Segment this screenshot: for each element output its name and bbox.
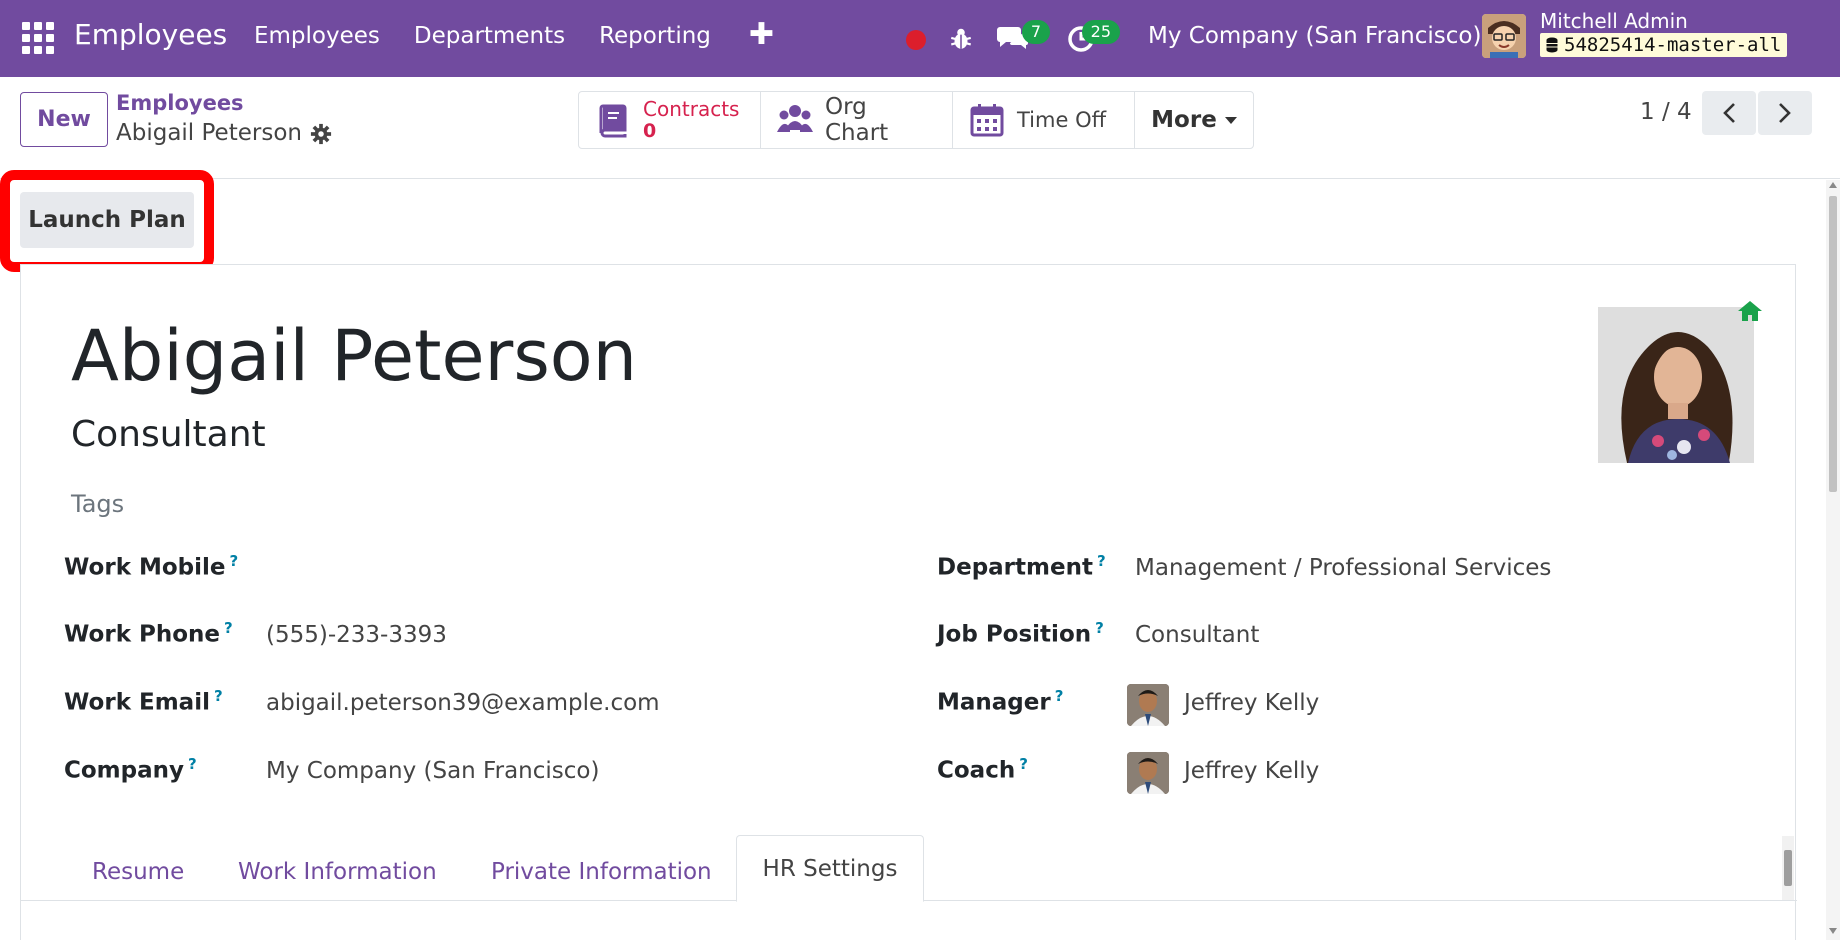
tabs-scrollbar-thumb[interactable]: [1784, 850, 1792, 886]
apps-grid-icon[interactable]: [22, 22, 54, 54]
job-position-input[interactable]: Consultant: [1135, 622, 1259, 648]
manager-input[interactable]: Jeffrey Kelly: [1184, 690, 1319, 716]
main-menu: Employees Departments Reporting ✚: [254, 20, 774, 50]
users-icon: [777, 105, 813, 132]
systray: 7 25: [906, 17, 1120, 54]
more-label: More: [1151, 107, 1217, 133]
help-icon[interactable]: ?: [1019, 755, 1028, 773]
department-label: Department?: [937, 552, 1106, 581]
database-icon: [1546, 37, 1558, 53]
contracts-label: Contracts: [643, 97, 740, 121]
messages-button[interactable]: 7: [996, 20, 1050, 54]
caret-down-icon: [1224, 116, 1237, 124]
new-button[interactable]: New: [20, 92, 108, 147]
help-icon[interactable]: ?: [214, 687, 223, 705]
employee-name-field[interactable]: Abigail Peterson: [71, 315, 637, 397]
work-phone-input[interactable]: (555)-233-3393: [266, 622, 447, 648]
work-phone-label: Work Phone?: [64, 619, 233, 648]
coach-avatar[interactable]: [1127, 752, 1169, 794]
database-tag: 54825414-master-all: [1540, 33, 1788, 57]
help-icon[interactable]: ?: [1095, 619, 1104, 637]
contracts-stat: Contracts 0: [643, 98, 739, 142]
contracts-count: 0: [643, 120, 657, 142]
chevron-right-icon: [1779, 103, 1791, 123]
menu-reporting[interactable]: Reporting: [599, 23, 711, 49]
company-switcher[interactable]: My Company (San Francisco): [1148, 23, 1481, 49]
top-navbar: Employees Employees Departments Reportin…: [0, 0, 1840, 77]
activities-button[interactable]: 25: [1066, 20, 1120, 54]
time-off-button[interactable]: Time Off: [953, 92, 1135, 148]
help-icon[interactable]: ?: [230, 552, 239, 570]
help-icon[interactable]: ?: [188, 755, 197, 773]
help-icon[interactable]: ?: [1097, 552, 1106, 570]
coach-avatar-image: [1127, 752, 1169, 794]
coach-input[interactable]: Jeffrey Kelly: [1184, 758, 1319, 784]
book-icon: [599, 104, 627, 138]
manager-avatar-image: [1127, 684, 1169, 726]
menu-employees[interactable]: Employees: [254, 23, 380, 49]
messages-count-badge: 7: [1021, 20, 1050, 44]
time-off-label: Time Off: [1017, 108, 1107, 132]
help-icon[interactable]: ?: [224, 619, 233, 637]
scroll-down-icon[interactable]: [1829, 928, 1837, 934]
manager-label: Manager?: [937, 687, 1064, 716]
home-icon: [1738, 301, 1762, 321]
department-input[interactable]: Management / Professional Services: [1135, 555, 1551, 581]
contracts-button[interactable]: Contracts 0: [579, 92, 761, 148]
job-title-field[interactable]: Consultant: [71, 414, 266, 455]
work-email-input[interactable]: abigail.peterson39@example.com: [266, 690, 660, 716]
gear-icon[interactable]: [310, 123, 332, 145]
breadcrumb-parent[interactable]: Employees: [116, 91, 244, 115]
work-mobile-label: Work Mobile?: [64, 552, 239, 581]
company-input[interactable]: My Company (San Francisco): [266, 758, 599, 784]
page-scrollbar-thumb[interactable]: [1829, 196, 1837, 492]
tab-private-information[interactable]: Private Information: [491, 859, 712, 885]
org-chart-label: Org Chart: [825, 94, 889, 146]
more-button[interactable]: More: [1135, 92, 1253, 148]
tab-work-information[interactable]: Work Information: [238, 859, 437, 885]
employee-form-sheet: Abigail Peterson Consultant Tags Work Mo…: [20, 264, 1797, 940]
chevron-left-icon: [1723, 103, 1735, 123]
record-icon[interactable]: [906, 30, 926, 50]
employee-photo[interactable]: [1598, 307, 1754, 463]
tab-resume[interactable]: Resume: [92, 859, 184, 885]
tags-input[interactable]: Tags: [71, 490, 124, 518]
user-name[interactable]: Mitchell Admin: [1540, 9, 1688, 33]
launch-plan-button[interactable]: Launch Plan: [20, 192, 194, 248]
tab-hr-settings[interactable]: HR Settings: [736, 835, 924, 902]
form-tabs: Resume Work Information Private Informat…: [21, 835, 1797, 902]
menu-departments[interactable]: Departments: [414, 23, 565, 49]
control-panel: New Employees Abigail Peterson Contracts…: [0, 77, 1840, 179]
database-name: 54825414-master-all: [1564, 34, 1782, 56]
calendar-icon: [970, 104, 1004, 137]
breadcrumb-current: Abigail Peterson: [116, 120, 302, 146]
user-avatar[interactable]: [1482, 14, 1526, 58]
pager-next-button[interactable]: [1758, 91, 1812, 135]
plus-icon[interactable]: ✚: [749, 20, 774, 50]
pager-value[interactable]: 1 / 4: [1640, 99, 1692, 125]
activities-count-badge: 25: [1081, 20, 1120, 44]
help-icon[interactable]: ?: [1055, 687, 1064, 705]
smart-buttons: Contracts 0 Org Chart Time Off More: [578, 91, 1254, 149]
user-avatar-image: [1482, 14, 1526, 58]
company-label: Company?: [64, 755, 197, 784]
job-position-label: Job Position?: [937, 619, 1104, 648]
manager-avatar[interactable]: [1127, 684, 1169, 726]
org-chart-button[interactable]: Org Chart: [761, 92, 953, 148]
coach-label: Coach?: [937, 755, 1028, 784]
app-brand[interactable]: Employees: [74, 18, 227, 51]
pager-previous-button[interactable]: [1702, 91, 1756, 135]
bug-icon[interactable]: [948, 26, 974, 52]
employee-photo-image: [1598, 307, 1754, 463]
scroll-up-icon[interactable]: [1829, 182, 1837, 188]
work-email-label: Work Email?: [64, 687, 223, 716]
